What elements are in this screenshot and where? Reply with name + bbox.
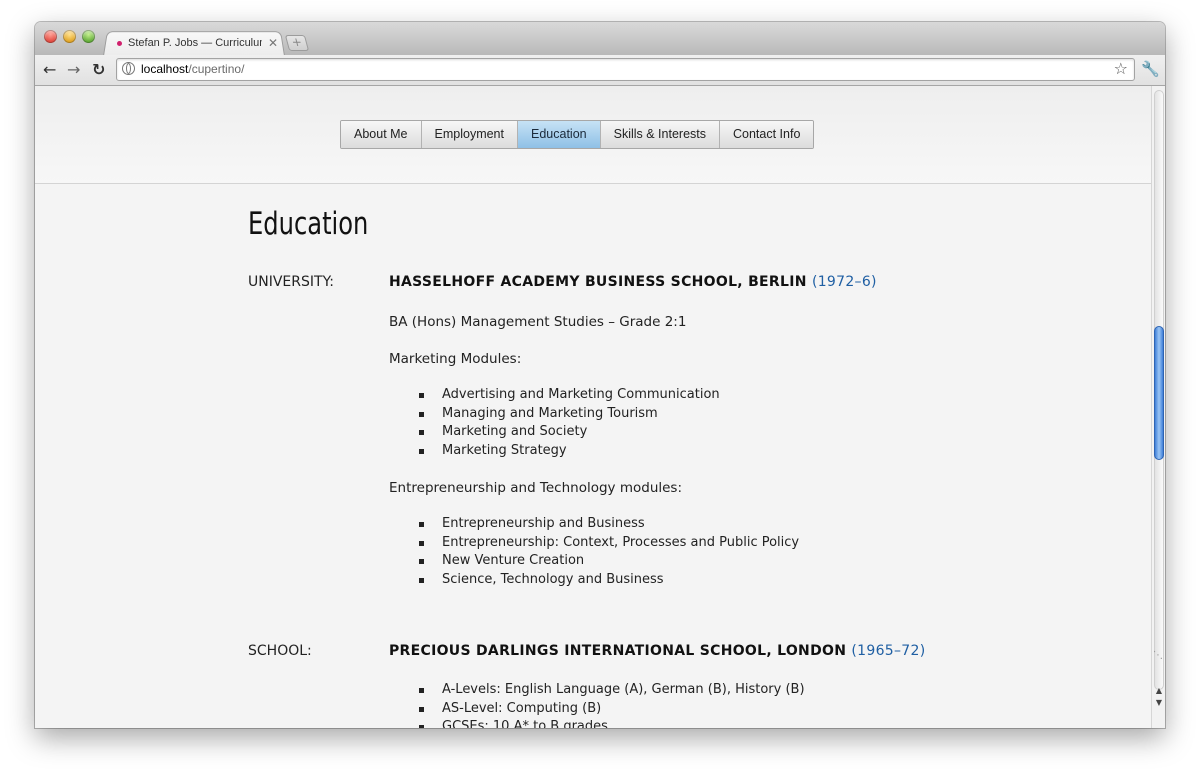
nav-education[interactable]: Education <box>518 121 601 148</box>
vertical-scrollbar[interactable]: ▲ ▼ <box>1151 86 1165 728</box>
wrench-icon[interactable]: 🔧 <box>1141 60 1160 78</box>
university-section: HASSELHOFF ACADEMY BUSINESS SCHOOL, BERL… <box>389 274 1029 290</box>
list-item: Marketing Strategy <box>389 442 1029 461</box>
globe-icon <box>122 62 135 75</box>
nav-skills-interests[interactable]: Skills & Interests <box>600 121 720 148</box>
list-item: Managing and Marketing Tourism <box>389 405 1029 424</box>
reload-icon[interactable]: ↻ <box>92 60 105 80</box>
browser-toolbar: ← → ↻ localhost/cupertino/ ☆ 🔧 <box>35 55 1165 86</box>
university-label: UNIVERSITY: <box>248 274 334 290</box>
marketing-modules-list: Advertising and Marketing Communication … <box>389 386 1029 460</box>
school-name: PRECIOUS DARLINGS INTERNATIONAL SCHOOL, … <box>389 643 847 659</box>
university-name: HASSELHOFF ACADEMY BUSINESS SCHOOL, BERL… <box>389 274 807 290</box>
university-degree: BA (Hons) Management Studies – Grade 2:1 <box>389 314 687 330</box>
entrepreneurship-modules-heading: Entrepreneurship and Technology modules: <box>389 480 683 496</box>
url-host: localhost <box>141 62 189 76</box>
school-label: SCHOOL: <box>248 643 312 659</box>
marketing-modules-heading: Marketing Modules: <box>389 351 522 367</box>
nav-employment[interactable]: Employment <box>421 121 518 148</box>
zoom-window-button[interactable] <box>82 30 95 43</box>
list-item: Entrepreneurship: Context, Processes and… <box>389 534 1029 553</box>
school-section: PRECIOUS DARLINGS INTERNATIONAL SCHOOL, … <box>389 643 1029 659</box>
school-qualifications-list: A-Levels: English Language (A), German (… <box>389 681 1029 728</box>
list-item: GCSEs: 10 A* to B grades <box>389 718 1029 728</box>
list-item: Advertising and Marketing Communication <box>389 386 1029 405</box>
bookmark-star-icon[interactable]: ☆ <box>1114 59 1128 78</box>
url-path: /cupertino/ <box>188 62 245 76</box>
scroll-thumb[interactable] <box>1154 326 1164 460</box>
university-heading: HASSELHOFF ACADEMY BUSINESS SCHOOL, BERL… <box>389 274 1029 290</box>
scroll-up-arrow-icon[interactable]: ▲ <box>1154 686 1164 695</box>
forward-arrow-icon[interactable]: → <box>67 60 80 80</box>
page-viewport: About Me Employment Education Skills & I… <box>35 86 1151 728</box>
list-item: Marketing and Society <box>389 423 1029 442</box>
tab-close-icon[interactable]: ✕ <box>268 36 278 50</box>
new-tab-button[interactable]: + <box>284 35 310 51</box>
nav-contact-info[interactable]: Contact Info <box>720 121 814 148</box>
address-bar[interactable]: localhost/cupertino/ ☆ <box>116 58 1135 81</box>
tab-strip: Stefan P. Jobs — Curriculum Vitae ✕ + <box>35 22 1165 56</box>
back-arrow-icon[interactable]: ← <box>43 60 56 80</box>
list-item: New Venture Creation <box>389 552 1029 571</box>
school-years: (1965–72) <box>851 643 926 659</box>
favicon-icon <box>117 40 122 46</box>
close-window-button[interactable] <box>44 30 57 43</box>
school-heading: PRECIOUS DARLINGS INTERNATIONAL SCHOOL, … <box>389 643 1029 659</box>
minimize-window-button[interactable] <box>63 30 76 43</box>
scroll-down-arrow-icon[interactable]: ▼ <box>1154 698 1164 707</box>
page-header: About Me Employment Education Skills & I… <box>35 86 1151 184</box>
browser-tab-content[interactable]: Stefan P. Jobs — Curriculum Vitae ✕ <box>115 34 285 52</box>
entrepreneurship-modules-list: Entrepreneurship and Business Entreprene… <box>389 515 1029 589</box>
browser-window: Stefan P. Jobs — Curriculum Vitae ✕ + ← … <box>35 22 1165 728</box>
resize-grip-icon[interactable]: ⋱ <box>1153 650 1163 661</box>
nav-about-me[interactable]: About Me <box>341 121 422 148</box>
main-content: Education UNIVERSITY: HASSELHOFF ACADEMY… <box>248 206 1048 728</box>
url-text[interactable]: localhost/cupertino/ <box>141 62 244 76</box>
page-title: Education <box>248 206 369 242</box>
list-item: AS-Level: Computing (B) <box>389 700 1029 719</box>
plus-icon: + <box>289 35 304 49</box>
list-item: Entrepreneurship and Business <box>389 515 1029 534</box>
university-years: (1972–6) <box>811 274 877 290</box>
tab-title: Stefan P. Jobs — Curriculum Vitae <box>128 37 262 49</box>
list-item: A-Levels: English Language (A), German (… <box>389 681 1029 700</box>
list-item: Science, Technology and Business <box>389 571 1029 590</box>
section-nav: About Me Employment Education Skills & I… <box>340 120 815 149</box>
